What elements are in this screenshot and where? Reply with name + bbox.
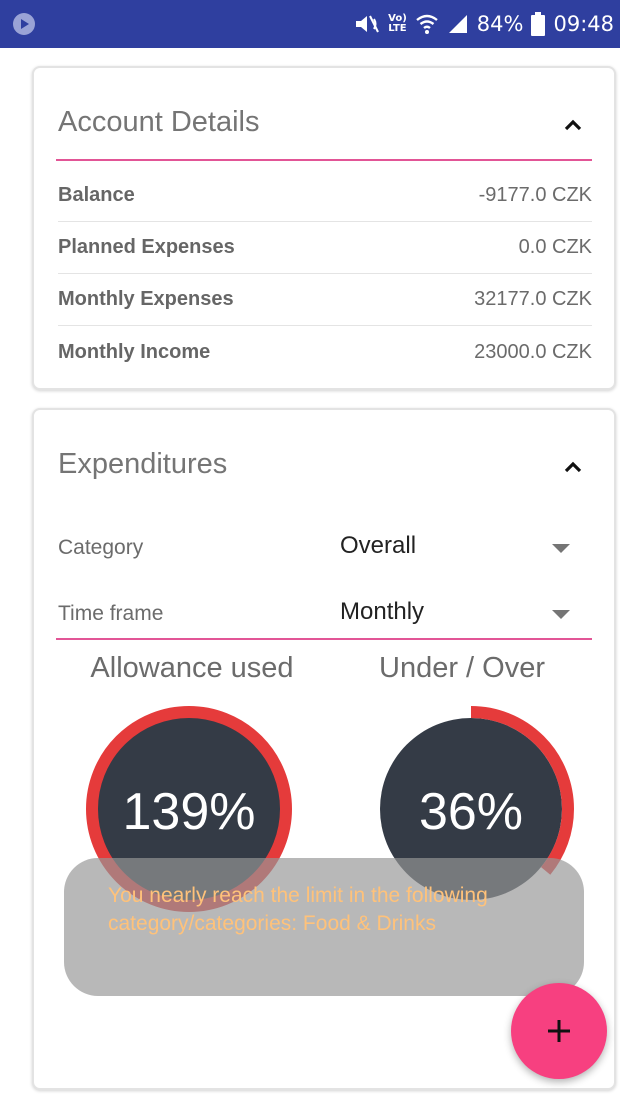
detail-row-planned-expenses: Planned Expenses 0.0 CZK	[58, 222, 592, 274]
dropdown-arrow-icon	[552, 544, 570, 553]
detail-label: Planned Expenses	[58, 236, 235, 258]
expenditures-divider	[56, 638, 592, 640]
detail-value: 23000.0 CZK	[474, 340, 592, 363]
account-details-card: Account Details Balance -9177.0 CZK Plan…	[32, 66, 616, 390]
battery-percent: 84%	[476, 12, 524, 36]
wifi-icon	[416, 14, 438, 34]
detail-row-balance: Balance -9177.0 CZK	[58, 170, 592, 222]
signal-icon	[448, 15, 467, 33]
mute-vibrate-icon	[356, 15, 380, 33]
timeframe-value: Monthly	[340, 598, 425, 625]
clock: 09:48	[553, 12, 614, 36]
media-play-icon	[13, 13, 35, 35]
allowance-used-header: Allowance used	[90, 652, 294, 684]
volte-bottom-text: LTE	[388, 23, 407, 34]
category-filter: Category Overall	[58, 524, 592, 574]
timeframe-filter: Time frame Monthly	[58, 590, 592, 640]
detail-row-monthly-expenses: Monthly Expenses 32177.0 CZK	[58, 274, 592, 326]
chevron-up-icon[interactable]	[558, 452, 588, 482]
category-label: Category	[58, 536, 144, 559]
detail-value: 0.0 CZK	[518, 236, 592, 258]
detail-label: Monthly Expenses	[58, 288, 234, 310]
timeframe-label: Time frame	[58, 602, 164, 625]
add-transaction-button[interactable]	[511, 983, 607, 1079]
detail-label: Balance	[58, 184, 135, 206]
volte-badge: Vo) LTE	[388, 14, 407, 34]
timeframe-dropdown[interactable]: Monthly	[340, 590, 592, 640]
account-details-title: Account Details	[58, 106, 260, 138]
detail-value: 32177.0 CZK	[474, 288, 592, 310]
battery-icon	[531, 12, 546, 36]
status-icons: Vo) LTE 84% 09:48	[354, 0, 614, 48]
toast-message: You nearly reach the limit in the follow…	[108, 884, 488, 935]
chevron-up-icon[interactable]	[558, 110, 588, 140]
detail-value: -9177.0 CZK	[478, 184, 592, 206]
expenditures-title: Expenditures	[58, 448, 228, 480]
category-dropdown[interactable]: Overall	[340, 524, 592, 574]
detail-row-monthly-income: Monthly Income 23000.0 CZK	[58, 326, 592, 378]
plus-icon	[548, 1020, 570, 1042]
under-over-header: Under / Over	[379, 652, 545, 684]
detail-label: Monthly Income	[58, 340, 211, 363]
account-details-list: Balance -9177.0 CZK Planned Expenses 0.0…	[58, 170, 592, 378]
limit-warning-toast: You nearly reach the limit in the follow…	[64, 858, 584, 996]
dropdown-arrow-icon	[552, 610, 570, 619]
category-value: Overall	[340, 532, 417, 559]
status-bar: Vo) LTE 84% 09:48	[0, 0, 620, 48]
account-details-divider	[56, 159, 592, 161]
